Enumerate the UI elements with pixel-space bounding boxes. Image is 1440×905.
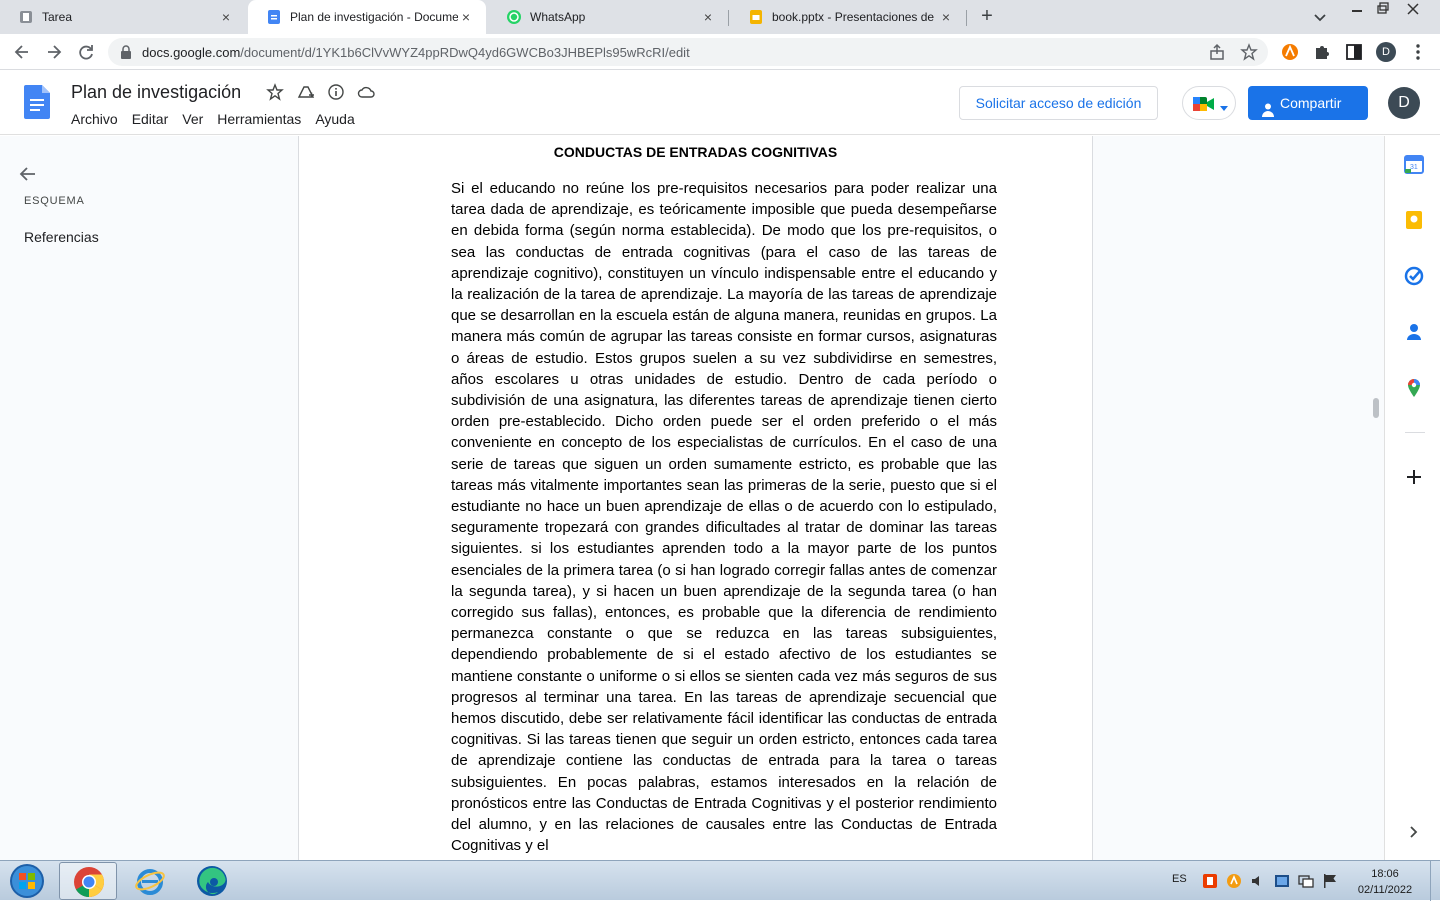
office-tray-icon[interactable] xyxy=(1202,873,1218,894)
document-outline: ESQUEMA Referencias xyxy=(0,136,298,860)
section-heading: CONDUCTAS DE ENTRADAS COGNITIVAS xyxy=(553,144,838,160)
tab-whatsapp[interactable]: WhatsApp × xyxy=(488,0,728,34)
cloud-status-icon[interactable] xyxy=(357,83,375,101)
move-to-drive-icon[interactable] xyxy=(297,83,315,101)
add-addon-icon[interactable] xyxy=(1404,467,1424,487)
scrollbar-thumb[interactable] xyxy=(1373,398,1379,418)
reload-button[interactable] xyxy=(74,41,98,63)
side-panel: 31 xyxy=(1384,136,1440,860)
body-paragraph: Si el educando no reúne los pre-requisit… xyxy=(451,180,997,855)
extension-icon[interactable] xyxy=(1280,42,1300,62)
tab-label: Tarea xyxy=(42,10,73,24)
language-indicator[interactable]: ES xyxy=(1172,873,1187,885)
slides-favicon-icon xyxy=(748,9,764,25)
docs-favicon-icon xyxy=(266,9,282,25)
windows-taskbar: ES 18:06 02/11/2022 xyxy=(0,860,1440,901)
keep-icon[interactable] xyxy=(1404,210,1424,230)
url-host: docs.google.com xyxy=(142,45,241,60)
edge-icon xyxy=(196,865,228,902)
person-icon xyxy=(1262,95,1274,117)
account-avatar[interactable]: D xyxy=(1388,87,1420,119)
show-desktop-button[interactable] xyxy=(1430,861,1440,901)
back-arrow-icon[interactable] xyxy=(18,164,38,184)
menu-herramientas[interactable]: Herramientas xyxy=(217,111,301,127)
chrome-icon xyxy=(73,866,105,903)
forward-button[interactable] xyxy=(42,41,66,63)
document-page[interactable]: CONDUCTAS DE ENTRADAS COGNITIVAS Si el e… xyxy=(298,136,1093,860)
taskbar-internet-explorer[interactable] xyxy=(121,862,179,900)
browser-toolbar: docs.google.com/document/d/1YK1b6ClVvWYZ… xyxy=(0,34,1440,70)
info-icon[interactable] xyxy=(327,83,345,101)
close-icon[interactable]: × xyxy=(218,9,234,25)
tab-plan-de-investigacion[interactable]: Plan de investigación - Documen × xyxy=(248,0,486,34)
avast-tray-icon[interactable] xyxy=(1226,873,1242,894)
side-panel-icon[interactable] xyxy=(1344,42,1364,62)
minimize-button[interactable] xyxy=(1344,0,1370,18)
calendar-icon[interactable]: 31 xyxy=(1404,154,1424,174)
whatsapp-favicon-icon xyxy=(506,9,522,25)
profile-avatar[interactable]: D xyxy=(1376,42,1396,62)
start-button[interactable] xyxy=(0,862,56,900)
document-canvas[interactable]: CONDUCTAS DE ENTRADAS COGNITIVAS Si el e… xyxy=(298,136,1384,860)
share-button[interactable]: Compartir xyxy=(1248,86,1368,120)
share-page-icon[interactable] xyxy=(1208,43,1226,61)
bookmark-star-icon[interactable] xyxy=(1240,43,1258,61)
menu-ver[interactable]: Ver xyxy=(182,111,203,127)
side-panel-divider xyxy=(1405,432,1425,433)
new-tab-button[interactable]: + xyxy=(976,6,998,28)
internet-explorer-icon xyxy=(134,865,166,902)
menu-archivo[interactable]: Archivo xyxy=(71,111,118,127)
tab-label: Plan de investigación - Documen xyxy=(290,10,458,24)
docs-header: Plan de investigación Archivo Editar Ver… xyxy=(0,71,1440,135)
chevron-down-icon xyxy=(1219,100,1229,118)
tab-label: WhatsApp xyxy=(530,10,586,24)
url-text: docs.google.com/document/d/1YK1b6ClVvWYZ… xyxy=(142,45,690,60)
chevron-right-icon[interactable] xyxy=(1404,822,1424,842)
meet-button[interactable] xyxy=(1182,86,1236,120)
clock-date: 02/11/2022 xyxy=(1357,884,1413,896)
request-edit-access-button[interactable]: Solicitar acceso de edición xyxy=(959,86,1158,120)
restore-button[interactable] xyxy=(1370,0,1396,18)
url-path: /document/d/1YK1b6ClVvWYZ4ppRDwQ4yd6GWCB… xyxy=(240,45,690,60)
close-icon[interactable]: × xyxy=(700,9,716,25)
lock-icon xyxy=(120,45,132,59)
action-center-flag-icon[interactable] xyxy=(1322,873,1338,894)
kebab-menu-icon[interactable] xyxy=(1408,42,1428,62)
tab-separator xyxy=(966,10,967,26)
menu-editar[interactable]: Editar xyxy=(132,111,169,127)
taskbar-edge[interactable] xyxy=(183,862,241,900)
browser-tabstrip: Tarea × Plan de investigación - Documen … xyxy=(0,0,1440,34)
volume-icon[interactable] xyxy=(1250,873,1266,894)
clock-time: 18:06 xyxy=(1371,868,1399,880)
meet-icon xyxy=(1192,94,1216,119)
close-window-button[interactable] xyxy=(1400,0,1426,18)
star-icon[interactable] xyxy=(266,83,284,101)
outline-item-referencias[interactable]: Referencias xyxy=(24,229,99,245)
tab-book-pptx[interactable]: book.pptx - Presentaciones de Go × xyxy=(730,0,966,34)
contacts-icon[interactable] xyxy=(1404,322,1424,342)
taskbar-clock[interactable]: 18:06 02/11/2022 xyxy=(1350,866,1420,898)
display-tray-icon[interactable] xyxy=(1298,873,1314,894)
svg-text:31: 31 xyxy=(1410,164,1418,171)
menu-bar: Archivo Editar Ver Herramientas Ayuda xyxy=(71,111,369,127)
taskbar-chrome[interactable] xyxy=(59,862,117,900)
maps-icon[interactable] xyxy=(1404,378,1424,398)
outline-heading: ESQUEMA xyxy=(24,195,85,207)
chevron-down-icon[interactable] xyxy=(1311,8,1329,26)
docs-logo-icon[interactable] xyxy=(24,85,50,119)
tasks-icon[interactable] xyxy=(1404,266,1424,286)
puzzle-icon[interactable] xyxy=(1312,42,1332,62)
network-tray-icon[interactable] xyxy=(1274,873,1290,894)
back-button[interactable] xyxy=(10,41,34,63)
tab-label: book.pptx - Presentaciones de Go xyxy=(772,10,938,24)
tarea-favicon-icon xyxy=(18,9,34,25)
document-title[interactable]: Plan de investigación xyxy=(71,82,241,103)
menu-ayuda[interactable]: Ayuda xyxy=(315,111,354,127)
close-icon[interactable]: × xyxy=(458,9,474,25)
share-label: Compartir xyxy=(1280,95,1342,111)
tab-tarea[interactable]: Tarea × xyxy=(0,0,246,34)
address-bar[interactable]: docs.google.com/document/d/1YK1b6ClVvWYZ… xyxy=(108,38,1268,66)
tab-separator xyxy=(728,10,729,26)
close-icon[interactable]: × xyxy=(938,9,954,25)
